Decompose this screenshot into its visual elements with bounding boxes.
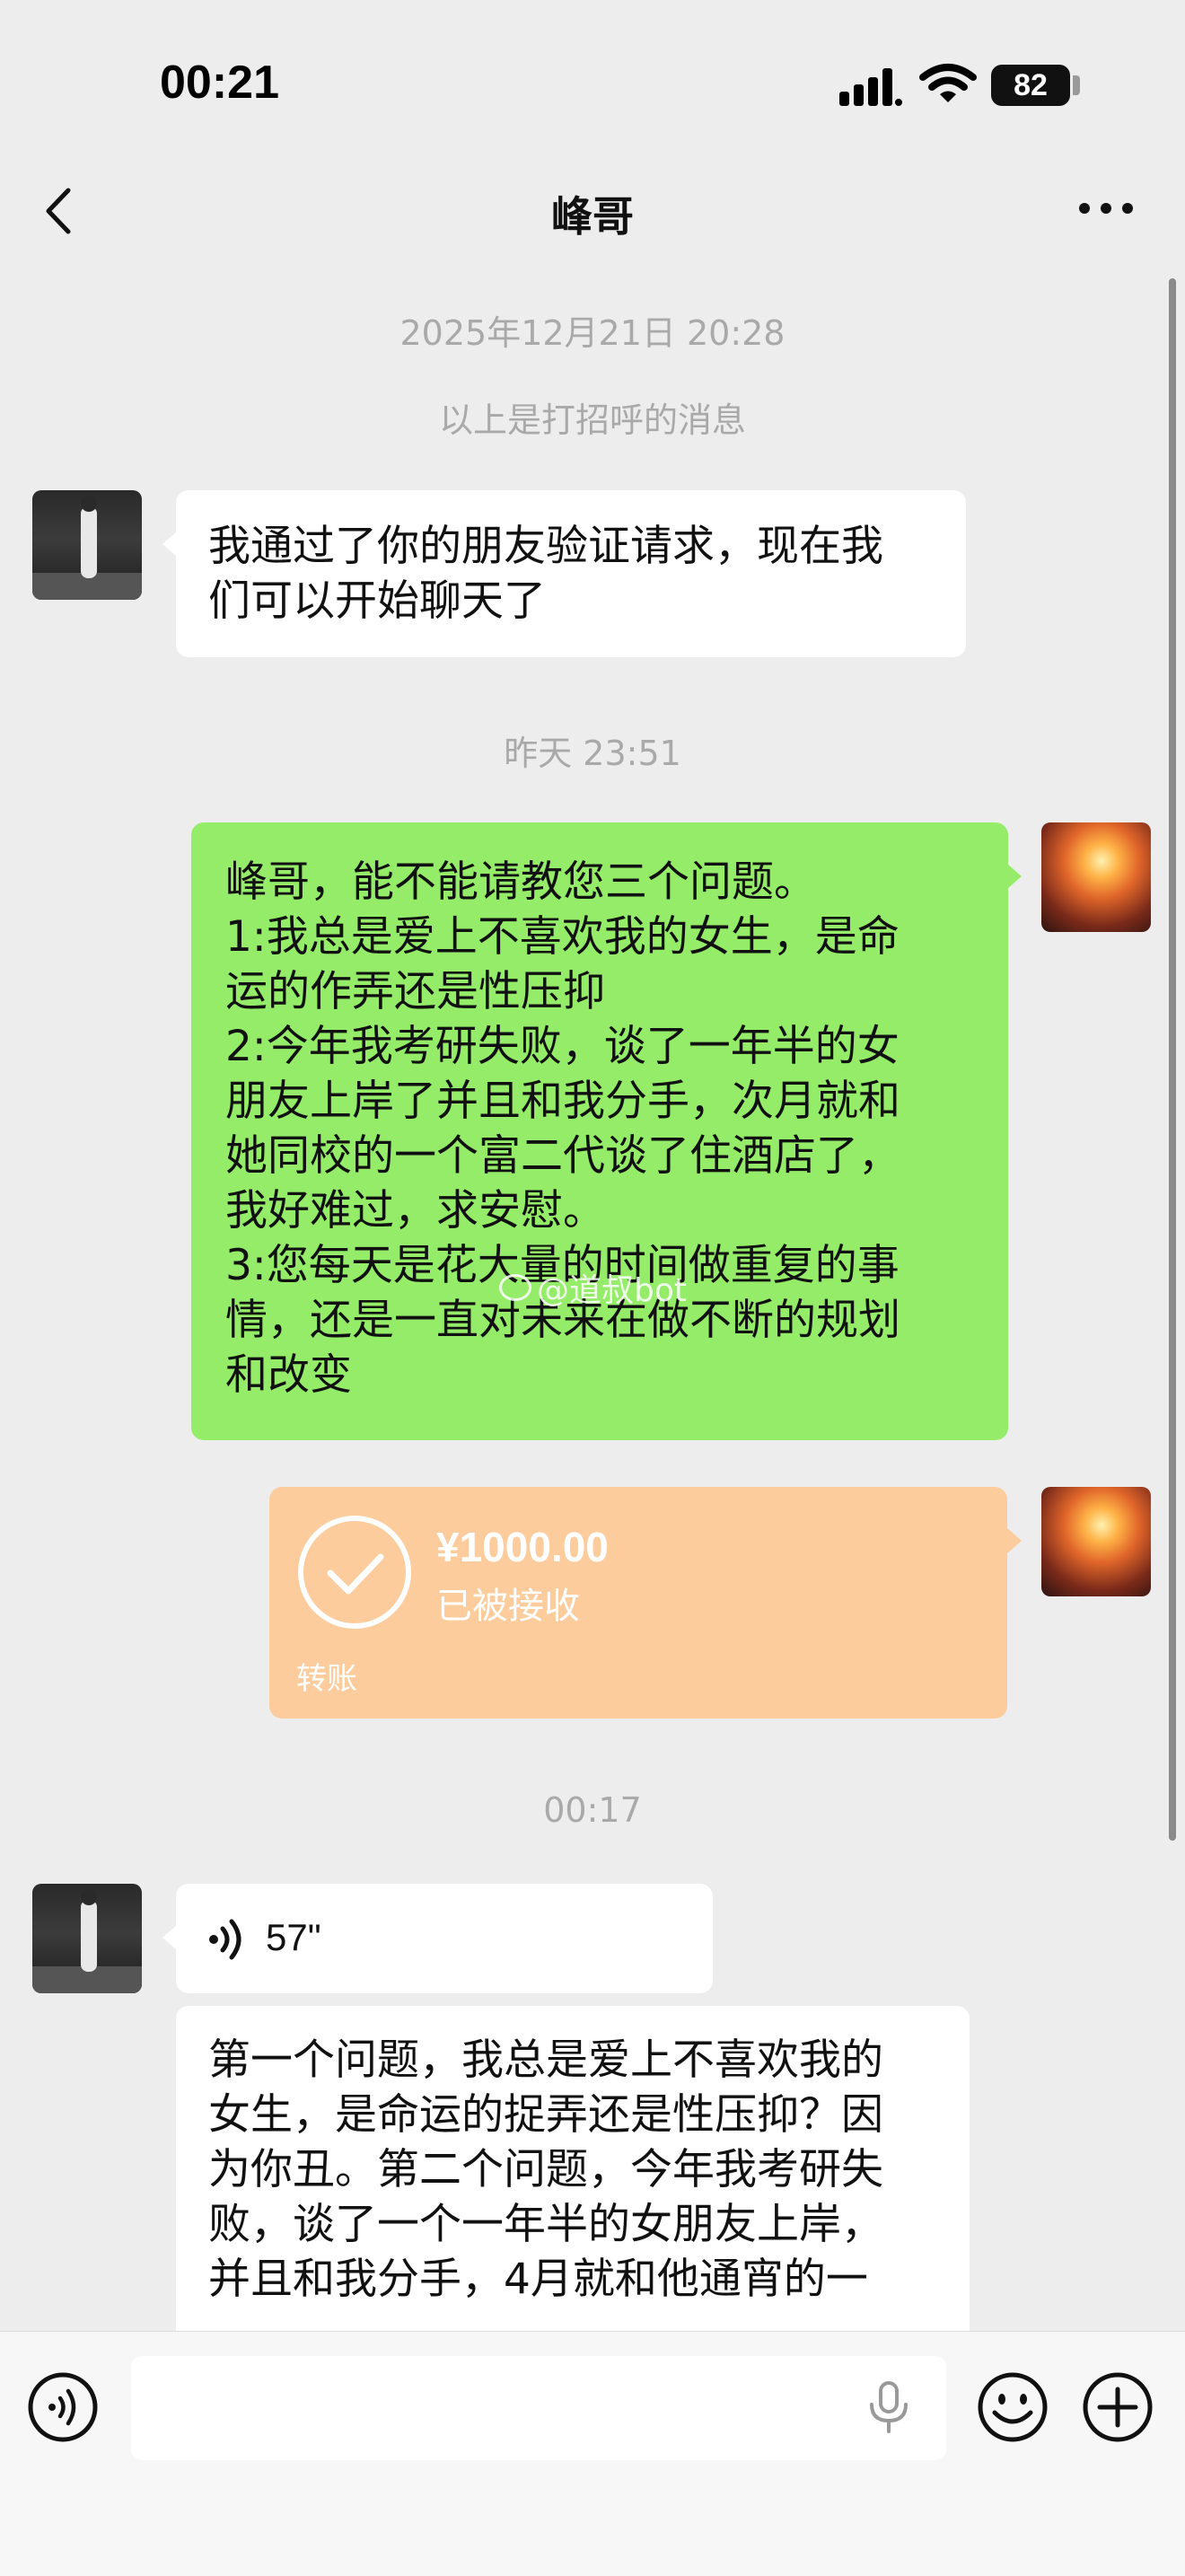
voice-wave-icon xyxy=(209,1919,241,1960)
bubble-tail xyxy=(162,532,177,557)
received-message-bubble[interactable]: 我通过了你的朋友验证请求，现在我 们可以开始聊天了 xyxy=(176,490,966,657)
transfer-status: 已被接收 xyxy=(436,1586,580,1627)
friend-avatar[interactable] xyxy=(32,1884,142,1993)
message-timestamp: 00:17 xyxy=(543,1790,642,1830)
avatar-figure xyxy=(81,506,97,578)
bubble-tail xyxy=(1007,1528,1022,1553)
chat-title: 峰哥 xyxy=(551,192,634,241)
transfer-label: 转账 xyxy=(296,1661,357,1697)
avatar-figure xyxy=(81,1900,97,1972)
wifi-icon xyxy=(919,64,977,102)
voice-transcript-bubble[interactable]: 第一个问题，我总是爱上不喜欢我的 女生，是命运的捉弄还是性压抑？因 为你丑。第二… xyxy=(176,2006,970,2365)
voice-message-bubble[interactable]: 57" xyxy=(176,1884,713,1993)
message-timestamp: 2025年12月21日 20:28 xyxy=(399,313,786,353)
transfer-card[interactable]: ¥1000.00 已被接收 转账 xyxy=(269,1487,1007,1719)
watermark-text: @道叔bot xyxy=(537,1272,687,1309)
system-notice: 以上是打招呼的消息 xyxy=(438,400,746,440)
voice-input-toggle-icon[interactable] xyxy=(27,2371,99,2443)
watermark: @道叔bot xyxy=(499,1264,687,1311)
plus-icon[interactable] xyxy=(1082,2371,1154,2443)
avatar-figure-head xyxy=(81,1889,97,1905)
sent-message-bubble[interactable]: 峰哥，能不能请教您三个问题。 1:我总是爱上不喜欢我的女生，是命 运的作弄还是性… xyxy=(191,822,1008,1440)
battery-level: 82 xyxy=(1014,67,1048,102)
transfer-amount: ¥1000.00 xyxy=(436,1524,609,1570)
bubble-tail xyxy=(1007,864,1022,889)
bubble-tail xyxy=(162,1925,177,1950)
friend-avatar[interactable] xyxy=(32,490,142,600)
check-circle-icon xyxy=(298,1516,411,1629)
avatar-figure-head xyxy=(81,496,97,512)
scrollbar[interactable] xyxy=(1169,278,1176,1841)
cellular-signal-icon xyxy=(839,68,902,106)
self-avatar[interactable] xyxy=(1041,822,1151,932)
message-input[interactable] xyxy=(131,2356,946,2460)
battery-indicator: 82 xyxy=(991,65,1070,106)
weibo-icon xyxy=(499,1274,531,1301)
more-dots-icon[interactable] xyxy=(1077,201,1135,215)
emoji-icon[interactable] xyxy=(977,2371,1049,2443)
self-avatar[interactable] xyxy=(1041,1487,1151,1596)
microphone-icon[interactable] xyxy=(866,2381,911,2435)
status-time: 00:21 xyxy=(160,57,279,109)
status-bar: 00:21 82 xyxy=(0,0,1185,144)
voice-duration: 57" xyxy=(266,1916,321,1958)
message-timestamp: 昨天 23:51 xyxy=(504,734,681,773)
battery-tip xyxy=(1073,75,1080,95)
